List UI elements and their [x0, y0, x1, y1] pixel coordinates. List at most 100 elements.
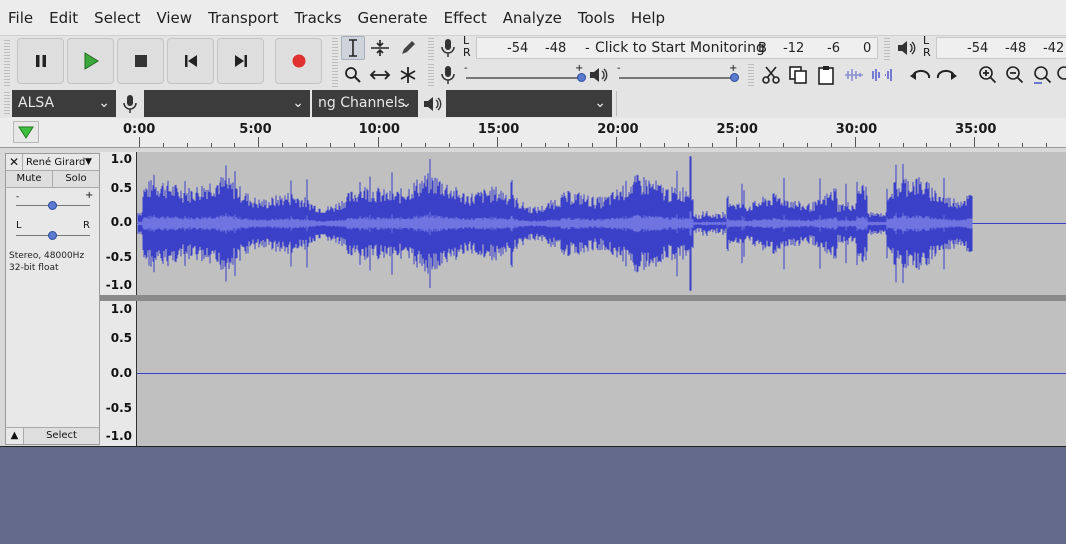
playback-meter-grip[interactable]	[884, 38, 890, 60]
ruler-tick	[759, 143, 761, 147]
vertical-ruler-right-channel[interactable]: 1.0 0.5 0.0 -0.5 -1.0	[100, 301, 137, 446]
redo-button[interactable]	[935, 63, 959, 87]
zoom-out-button[interactable]	[1003, 63, 1027, 87]
pan-slider-thumb[interactable]	[48, 231, 57, 240]
clipboard-icon	[818, 66, 834, 85]
pause-button[interactable]	[17, 38, 64, 84]
ruler-tick	[663, 143, 665, 147]
playback-device-select[interactable]: ⌄	[446, 90, 612, 117]
record-meter[interactable]: -54 -48 - Click to Start Monitoring B -1…	[476, 37, 878, 59]
audio-host-value: ALSA	[18, 95, 55, 111]
ruler-tick	[640, 143, 642, 147]
gain-slider-thumb[interactable]	[48, 201, 57, 210]
record-volume-slider[interactable]	[466, 77, 582, 79]
ruler-label: 30:00	[835, 122, 878, 137]
solo-button[interactable]: Solo	[53, 171, 99, 187]
ruler-label: 5:00	[239, 122, 272, 137]
envelope-tool[interactable]	[368, 36, 392, 60]
tools-grip[interactable]	[332, 38, 338, 90]
silence-audio-icon	[872, 69, 892, 81]
ruler-tick	[186, 143, 188, 147]
cut-button[interactable]	[759, 63, 783, 87]
selection-tool[interactable]	[341, 36, 365, 60]
paste-button[interactable]	[814, 63, 838, 87]
pause-icon	[35, 55, 46, 67]
ruler-tick	[282, 143, 284, 147]
ruler-tick	[234, 143, 236, 147]
waveform-left-svg	[137, 156, 1066, 291]
scale-label: 0.5	[110, 331, 132, 345]
record-meter-tick: -6	[827, 41, 840, 56]
playback-volume-thumb[interactable]	[730, 73, 739, 82]
draw-tool[interactable]	[396, 36, 420, 60]
fit-selection-button[interactable]	[1031, 63, 1055, 87]
menu-help[interactable]: Help	[623, 0, 673, 36]
copy-button[interactable]	[786, 63, 810, 87]
record-meter-grip[interactable]	[428, 38, 434, 60]
playback-meter-tick: -54	[967, 41, 989, 56]
trim-button[interactable]	[842, 63, 866, 87]
collapse-track-button[interactable]: ▲	[6, 428, 24, 444]
skip-end-icon	[234, 55, 247, 67]
pan-left-label: L	[16, 220, 22, 231]
menu-analyze[interactable]: Analyze	[495, 0, 570, 36]
edit-grip[interactable]	[748, 64, 754, 88]
stop-button[interactable]	[117, 38, 164, 84]
menu-tracks[interactable]: Tracks	[286, 0, 349, 36]
waveform-left-channel[interactable]	[137, 152, 1066, 295]
record-meter-button[interactable]	[436, 36, 460, 60]
speaker-icon	[898, 41, 916, 55]
mute-button[interactable]: Mute	[6, 171, 53, 187]
play-head-button[interactable]	[13, 121, 39, 143]
zoom-in-button[interactable]	[976, 63, 1000, 87]
ruler-tick	[353, 143, 355, 147]
record-button[interactable]	[275, 38, 322, 84]
vertical-ruler-left-channel[interactable]: 1.0 0.5 0.0 -0.5 -1.0	[100, 152, 137, 295]
zoom-tool[interactable]	[341, 63, 365, 87]
device-grip[interactable]	[4, 92, 10, 115]
track-name-row: ✕ René Girard ▼	[6, 153, 99, 171]
record-channels-select[interactable]: ng Channels ⌄	[312, 90, 418, 117]
stop-icon	[134, 55, 147, 67]
fit-project-button[interactable]	[1056, 63, 1066, 87]
menu-file[interactable]: File	[0, 0, 41, 36]
menu-select[interactable]: Select	[86, 0, 148, 36]
track-format: Stereo, 48000Hz	[9, 251, 85, 261]
mixer-grip[interactable]	[428, 64, 434, 88]
microphone-icon	[441, 66, 455, 84]
record-volume-thumb[interactable]	[577, 73, 586, 82]
ruler-tick	[377, 137, 379, 147]
playback-volume-slider[interactable]	[619, 77, 735, 79]
audio-host-select[interactable]: ALSA ⌄	[12, 90, 116, 117]
menu-tools[interactable]: Tools	[570, 0, 623, 36]
track-name-menu[interactable]: René Girard	[23, 157, 85, 168]
skip-end-button[interactable]	[217, 38, 264, 84]
playback-meter[interactable]: -54 -48 -42	[936, 37, 1066, 59]
playback-meter-button[interactable]	[895, 36, 919, 60]
undo-button[interactable]	[908, 63, 932, 87]
menu-effect[interactable]: Effect	[436, 0, 495, 36]
transport-grip[interactable]	[4, 40, 10, 88]
menu-edit[interactable]: Edit	[41, 0, 86, 36]
timeline-ruler[interactable]: 0:00 5:00 10:00 15:00 20:00 25:00 30:00 35:00	[0, 118, 1066, 148]
silence-button[interactable]	[870, 63, 894, 87]
ruler-tick	[210, 143, 212, 147]
track-menu-dropdown-icon[interactable]: ▼	[85, 157, 99, 167]
play-button[interactable]	[67, 38, 114, 84]
skip-start-button[interactable]	[167, 38, 214, 84]
close-track-button[interactable]: ✕	[6, 153, 23, 171]
trim-audio-icon	[845, 69, 863, 81]
record-device-select[interactable]: ⌄	[144, 90, 310, 117]
menu-view[interactable]: View	[148, 0, 200, 36]
scale-label: 0.5	[110, 181, 132, 195]
ruler-tick	[568, 143, 570, 147]
multi-tool[interactable]	[396, 63, 420, 87]
track-bottom-row: ▲ Select	[6, 427, 99, 444]
menu-transport[interactable]: Transport	[200, 0, 286, 36]
select-track-button[interactable]: Select	[24, 428, 99, 444]
waveform-right-channel[interactable]	[137, 301, 1066, 446]
menu-generate[interactable]: Generate	[350, 0, 436, 36]
timeshift-tool[interactable]	[368, 63, 392, 87]
device-toolbar: ALSA ⌄ ⌄ ng Channels ⌄ ⌄	[0, 89, 1066, 118]
record-meter-tick: -12	[783, 41, 805, 56]
